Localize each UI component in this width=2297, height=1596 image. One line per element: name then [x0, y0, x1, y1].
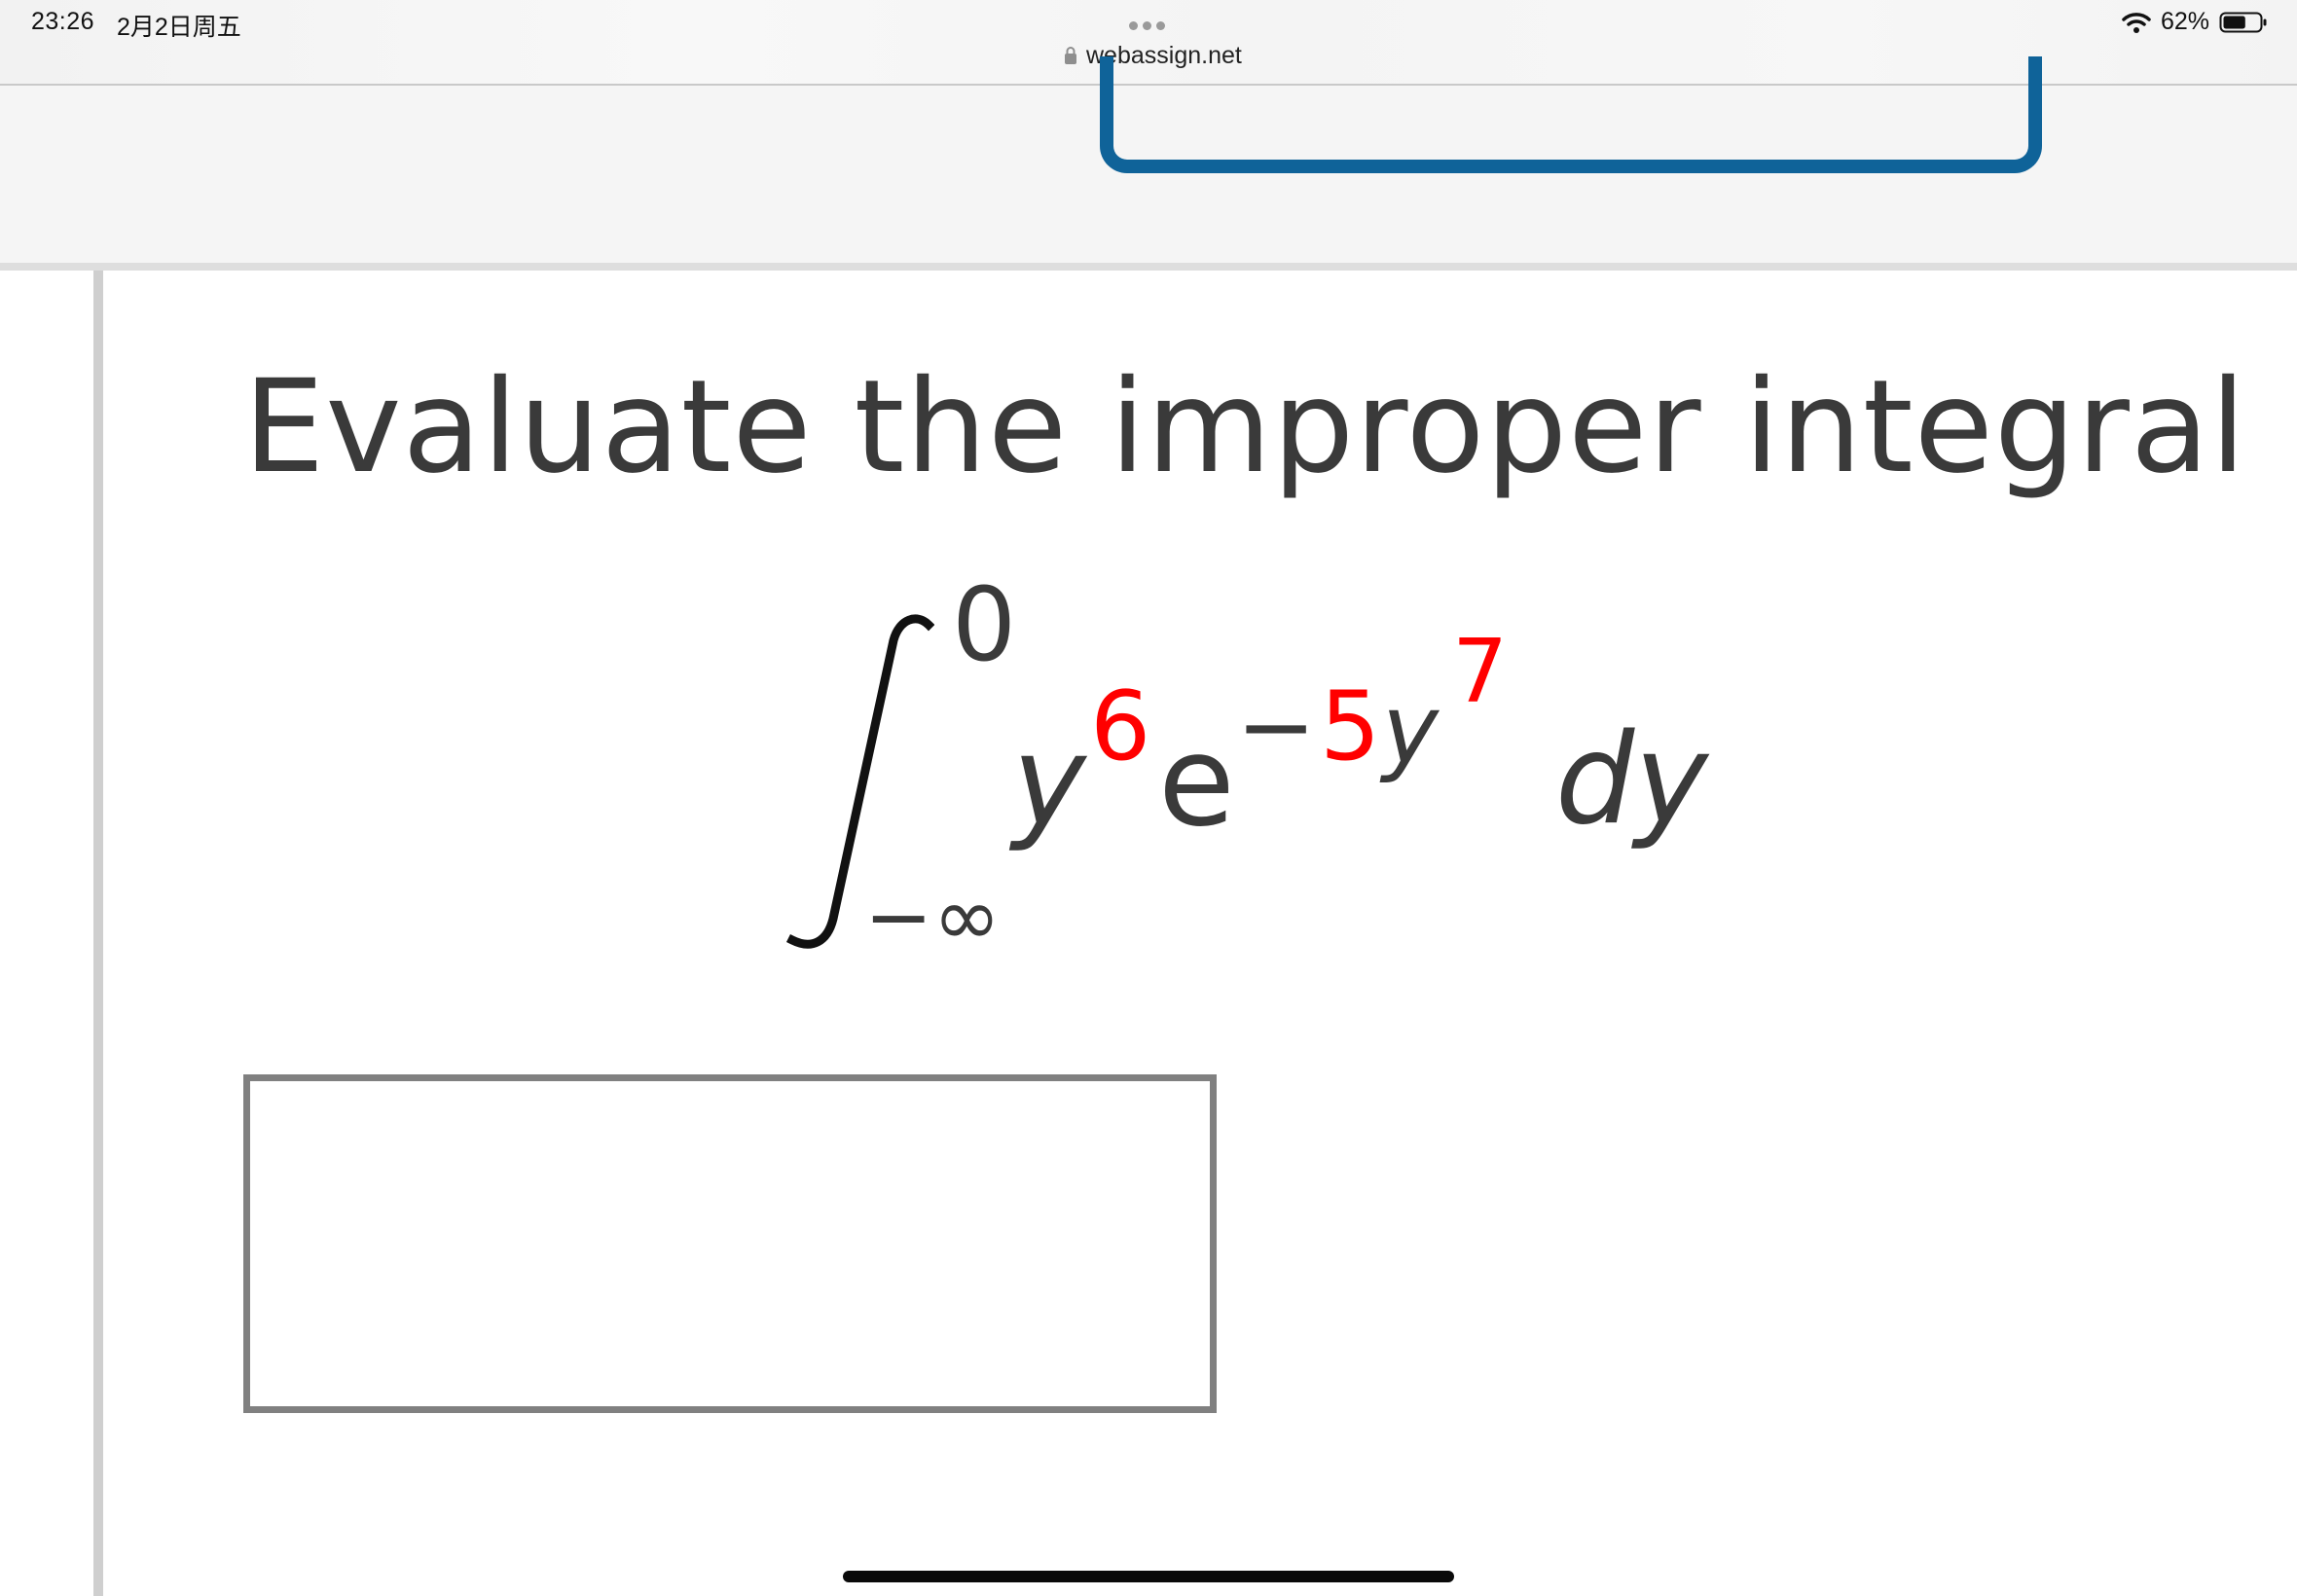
- page-header-band: [0, 56, 2297, 271]
- lock-icon: [1065, 47, 1076, 64]
- status-date: 2月2日周五: [117, 14, 241, 41]
- upper-limit: 0: [952, 565, 1017, 684]
- exponent-variable-power: 7: [1452, 621, 1509, 723]
- home-indicator[interactable]: [843, 1571, 1454, 1582]
- blue-frame-box: [1100, 56, 2042, 173]
- exponent-variable: y: [1382, 675, 1439, 786]
- battery-icon: [2219, 12, 2267, 32]
- integrand-base-exponent: 6: [1090, 671, 1151, 782]
- lower-limit: −∞: [864, 869, 1002, 964]
- answer-input[interactable]: [243, 1074, 1217, 1413]
- integral-expression: 0 −∞ y 6 e − 5 y 7 dy: [779, 574, 1732, 983]
- wifi-icon: [2122, 12, 2151, 33]
- left-divider: [93, 271, 103, 1596]
- integrand-base-variable: y: [1012, 709, 1086, 854]
- differential: dy: [1555, 707, 1708, 852]
- exponential-base: e: [1158, 709, 1235, 854]
- exponent-sign: −: [1236, 671, 1317, 782]
- more-dots-icon[interactable]: [1129, 18, 1170, 30]
- status-time: 23:26: [31, 8, 95, 35]
- question-prompt: Evaluate the improper integral (i: [243, 352, 2297, 502]
- status-indicators: 62%: [2122, 8, 2268, 36]
- exponent-coefficient: 5: [1320, 671, 1381, 782]
- battery-percent: 62%: [2160, 8, 2209, 35]
- battery-fill: [2223, 16, 2245, 28]
- webassign-screen: 23:26 2月2日周五 webassign.net 62% Evaluate …: [0, 0, 2297, 1596]
